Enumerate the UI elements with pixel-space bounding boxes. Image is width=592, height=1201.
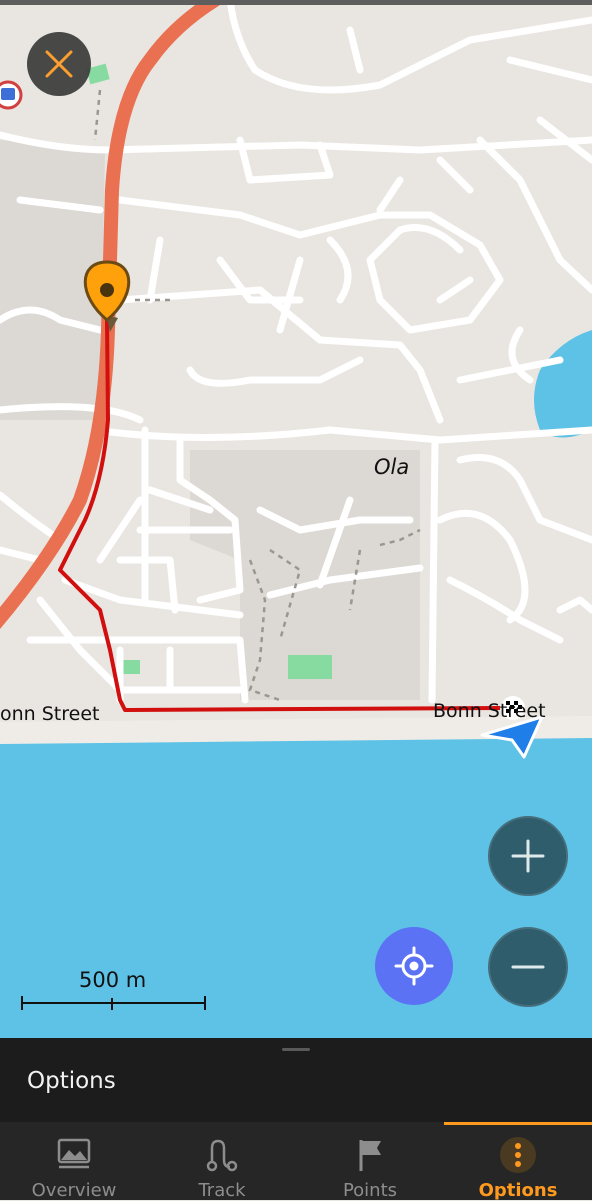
tab-overview[interactable]: Overview bbox=[0, 1122, 148, 1201]
close-button[interactable] bbox=[27, 32, 91, 96]
my-location-button[interactable] bbox=[375, 927, 453, 1005]
zoom-in-button[interactable] bbox=[488, 816, 568, 896]
park bbox=[288, 655, 332, 679]
status-strip bbox=[0, 0, 592, 5]
active-tab-indicator bbox=[444, 1122, 592, 1125]
crosshair-icon bbox=[394, 946, 434, 986]
sheet-title: Options bbox=[27, 1068, 116, 1094]
close-icon bbox=[45, 50, 73, 78]
tab-label: Track bbox=[198, 1180, 246, 1201]
scale-label: 500 m bbox=[79, 968, 147, 992]
minus-icon bbox=[511, 965, 545, 969]
zoom-out-button[interactable] bbox=[488, 927, 568, 1007]
tab-label: Options bbox=[478, 1180, 558, 1201]
more-vertical-icon bbox=[500, 1137, 536, 1173]
tab-track[interactable]: Track bbox=[148, 1122, 296, 1201]
bus-stop-icon bbox=[0, 80, 23, 110]
tab-label: Points bbox=[342, 1180, 398, 1201]
tab-points[interactable]: Points bbox=[296, 1122, 444, 1201]
street-label-right: Bonn Street bbox=[433, 700, 546, 722]
bottom-sheet: Options Overview Track Points Options bbox=[0, 1038, 592, 1201]
tab-options[interactable]: Options bbox=[444, 1122, 592, 1201]
flag-icon bbox=[359, 1140, 381, 1171]
street-label-left: onn Street bbox=[0, 703, 100, 725]
plus-icon bbox=[511, 839, 545, 873]
overview-icon bbox=[57, 1138, 91, 1169]
sheet-drag-handle[interactable] bbox=[282, 1048, 310, 1051]
place-label: Ola bbox=[374, 455, 410, 479]
track-icon bbox=[206, 1139, 238, 1172]
bottom-tab-bar: Overview Track Points Options bbox=[0, 1122, 592, 1201]
tab-label: Overview bbox=[31, 1180, 117, 1201]
